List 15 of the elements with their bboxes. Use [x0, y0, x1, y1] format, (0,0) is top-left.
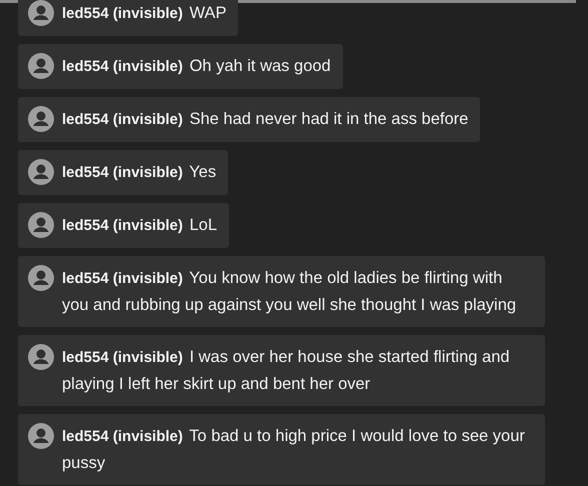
- message-text: led554 (invisible) LoL: [62, 215, 218, 236]
- message-text: led554 (invisible) WAP: [62, 3, 226, 24]
- avatar-icon: [28, 53, 54, 79]
- message-text: led554 (invisible) Oh yah it was good: [62, 56, 331, 77]
- avatar-icon: [28, 265, 54, 291]
- message-text: led554 (invisible) I was over her house she started flirting and playing I left her skirt up and bent her over: [62, 347, 511, 395]
- message-text: led554 (invisible) To bad u to high price I would love to see your pussy: [62, 426, 526, 474]
- message-text: led554 (invisible) Yes: [62, 162, 216, 183]
- message-text: led554 (invisible) She had never had it in the ass before: [62, 109, 468, 130]
- avatar-icon: [28, 423, 54, 449]
- avatar-icon: [28, 159, 54, 185]
- message-text: led554 (invisible) You know how the old ladies be flirting with you and rubbing up against you well she thought I was playing: [62, 268, 518, 316]
- avatar-icon: [28, 344, 54, 370]
- avatar-icon: [28, 106, 54, 132]
- avatar-icon: [28, 212, 54, 238]
